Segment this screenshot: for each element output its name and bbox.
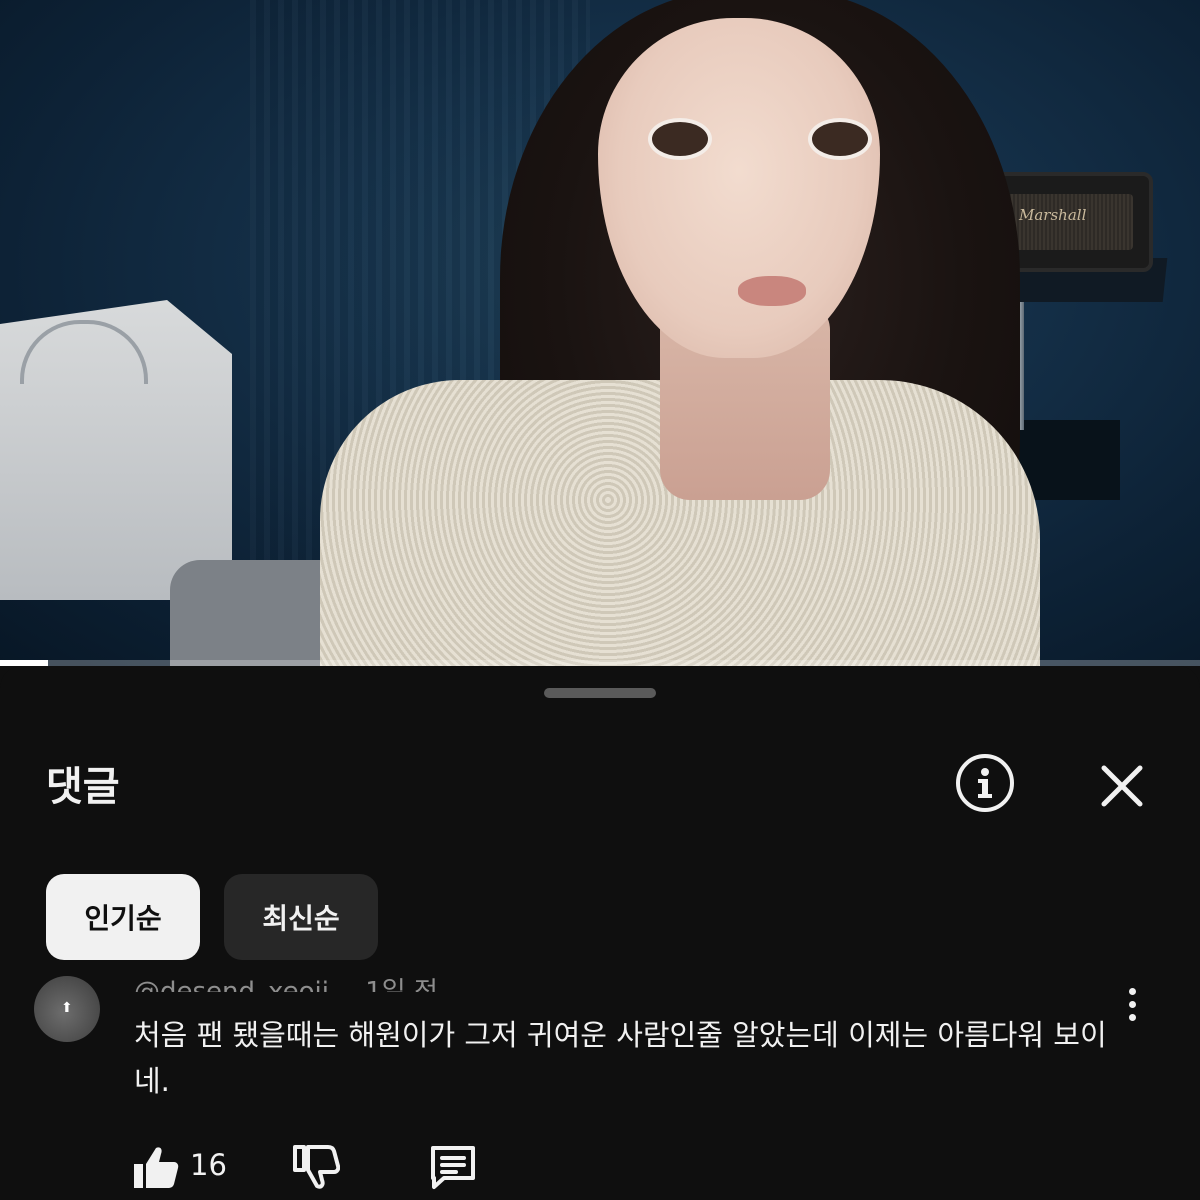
sort-tab-newest[interactable]: 최신순 bbox=[224, 874, 378, 960]
dislike-button[interactable] bbox=[290, 1144, 341, 1194]
info-icon bbox=[978, 768, 992, 798]
more-icon-dot bbox=[1128, 1001, 1136, 1008]
comment-header: @desend_xeojj 1일 전 bbox=[134, 970, 438, 992]
person-lips bbox=[738, 276, 806, 306]
comments-sheet: 댓글 인기순 최신순 ⬆ @desend_xeojj 1일 전 처음 팬 됐을때… bbox=[0, 666, 1200, 1200]
reply-icon bbox=[431, 1146, 475, 1189]
person-eye-right bbox=[808, 118, 872, 160]
person-eye-left bbox=[648, 118, 712, 160]
thumbs-down-icon bbox=[293, 1145, 341, 1189]
comment-time: 1일 전 bbox=[365, 977, 438, 992]
comment-author[interactable]: @desend_xeojj bbox=[134, 977, 329, 992]
speaker-logo: Marshall bbox=[1019, 206, 1087, 224]
close-button[interactable] bbox=[1098, 762, 1146, 810]
thumbs-up-icon bbox=[134, 1147, 179, 1188]
more-icon-dot bbox=[1128, 1014, 1136, 1021]
drag-handle[interactable] bbox=[544, 688, 656, 698]
avatar-arrow-icon: ⬆ bbox=[61, 1000, 73, 1016]
close-icon bbox=[1101, 765, 1143, 807]
comments-title: 댓글 bbox=[46, 764, 120, 810]
sort-tab-popular[interactable]: 인기순 bbox=[46, 874, 200, 960]
more-icon-dot bbox=[1128, 988, 1136, 995]
comment-text: 처음 팬 됐을때는 해원이가 그저 귀여운 사람인줄 알았는데 이제는 아름다워… bbox=[134, 1018, 1107, 1098]
info-button[interactable] bbox=[956, 754, 1014, 812]
like-button[interactable] bbox=[130, 1144, 180, 1194]
video-player[interactable]: Marshall bbox=[0, 0, 1200, 666]
like-count: 16 bbox=[190, 1148, 227, 1182]
avatar[interactable]: ⬆ bbox=[34, 976, 100, 1042]
reply-button[interactable] bbox=[428, 1144, 478, 1194]
